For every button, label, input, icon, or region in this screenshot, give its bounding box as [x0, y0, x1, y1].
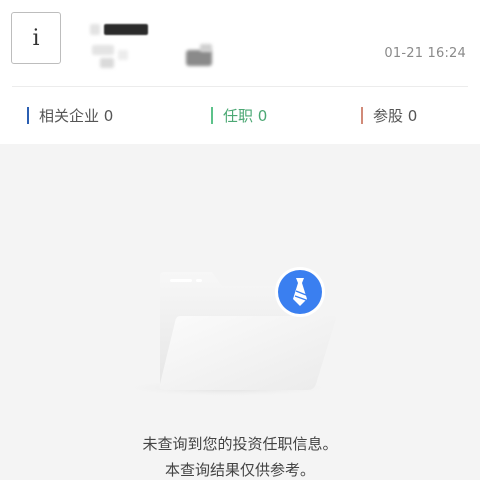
redacted-subtitle-block [118, 50, 128, 60]
empty-folder-with-tie-badge-icon [120, 267, 338, 397]
redacted-subtitle-block [100, 58, 114, 68]
tab-label: 相关企业 0 [39, 107, 114, 125]
tab-bar: 相关企业 0 任职 0 参股 0 [0, 87, 480, 144]
tab-label: 任职 0 [223, 107, 268, 125]
info-icon[interactable]: i [11, 12, 61, 64]
folder-front [159, 316, 336, 390]
redacted-name-block [90, 24, 100, 35]
redacted-subtitle-block [200, 44, 212, 52]
timestamp: 01-21 16:24 [384, 46, 466, 61]
tab-accent-bar [211, 107, 213, 124]
empty-message: 未查询到您的投资任职信息。 [142, 435, 338, 453]
tab-shareholding[interactable]: 参股 0 [361, 105, 417, 126]
empty-disclaimer: 本查询结果仅供参考。 [164, 461, 315, 479]
folder-tab-line [170, 279, 192, 282]
tab-related-companies[interactable]: 相关企业 0 [27, 105, 113, 126]
redacted-subtitle-block [92, 45, 114, 55]
folder-tab-dot [196, 279, 202, 282]
tab-positions[interactable]: 任职 0 [211, 105, 267, 126]
tab-label: 参股 0 [373, 107, 418, 125]
tab-accent-bar [27, 107, 29, 124]
empty-state-panel: 未查询到您的投资任职信息。 本查询结果仅供参考。 [0, 144, 480, 480]
header: i 01-21 16:24 [0, 0, 480, 86]
redacted-subtitle-block [186, 50, 212, 66]
redacted-name-block [104, 24, 148, 35]
tab-accent-bar [361, 107, 363, 124]
